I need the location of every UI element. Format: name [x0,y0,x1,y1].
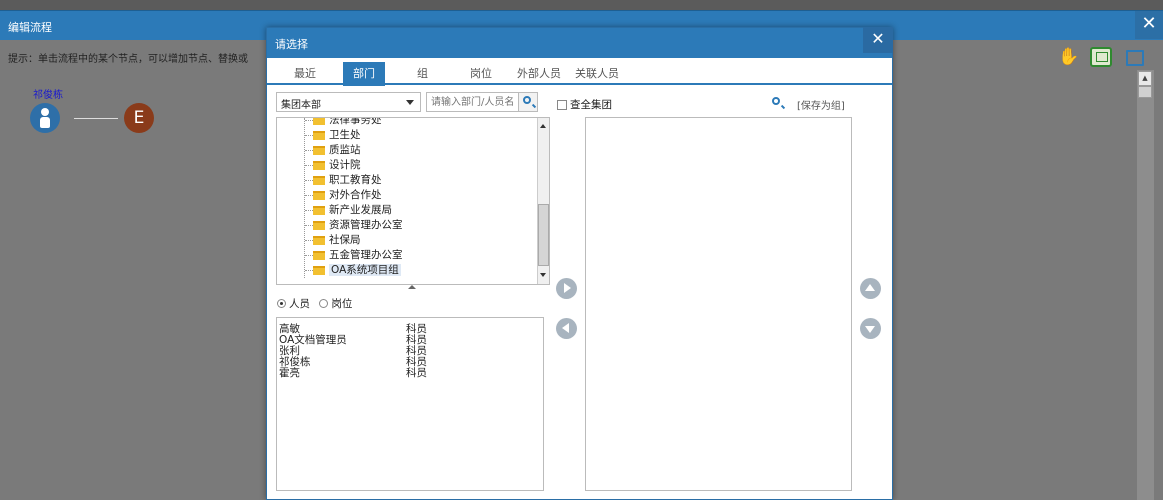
tree-item[interactable]: 对外合作处 [305,188,382,203]
search-input[interactable] [426,92,519,112]
search-icon [523,96,531,104]
tree-item[interactable]: 设计院 [305,158,361,173]
tab-recent[interactable]: 最近 [294,65,316,81]
folder-icon [313,235,325,245]
arrow-down-icon [865,326,875,333]
arrow-right-icon [564,283,571,293]
folder-icon [313,160,325,170]
radio-person[interactable] [277,299,286,308]
select-dialog: 请选择 ✕ 最近 部门 组 岗位 外部人员 关联人员 集团本部 法律事务处 卫生… [266,27,893,500]
tab-group[interactable]: 组 [417,65,428,81]
tree-item[interactable]: 质监站 [305,143,361,158]
org-select[interactable]: 集团本部 [276,92,421,112]
folder-icon [313,190,325,200]
check-all-checkbox[interactable] [557,100,567,110]
folder-icon [313,205,325,215]
top-strip [0,0,1163,10]
close-icon[interactable]: ✕ [863,27,893,53]
org-select-value: 集团本部 [281,100,321,111]
end-node-icon[interactable]: E [124,103,154,133]
search-icon[interactable] [772,97,780,105]
tab-position[interactable]: 岗位 [470,65,492,81]
scroll-thumb[interactable] [1138,86,1152,98]
folder-icon [313,250,325,260]
type-radio-group: 人员 岗位 [277,296,358,310]
flow-node-label: 祁俊栋 [33,90,63,101]
person-node-icon[interactable] [30,103,60,133]
flow-hint-text: 提示：单击流程中的某个节点，可以增加节点、替换或 [8,54,248,65]
active-tab-pointer [352,79,362,84]
scroll-down-icon[interactable] [540,273,546,277]
folder-icon [313,220,325,230]
tree-item[interactable]: 职工教育处 [305,173,382,188]
scroll-thumb[interactable] [538,204,549,266]
selected-list[interactable] [585,117,852,491]
hand-tool-icon[interactable]: ✋ [1058,47,1079,67]
tree-item[interactable]: 资源管理办公室 [305,218,403,233]
tree-item[interactable]: 新产业发展局 [305,203,392,218]
tree-item[interactable]: 社保局 [305,233,361,248]
tree-scrollbar[interactable] [537,118,549,284]
dialog-title: 请选择 [275,38,308,51]
search-button[interactable] [518,92,538,112]
folder-icon [313,175,325,185]
folder-icon [313,130,325,140]
collapse-up-icon[interactable] [408,285,416,289]
flow-connector [74,118,118,119]
move-down-button[interactable] [860,318,881,339]
arrow-up-icon [865,284,875,291]
arrow-left-icon [562,323,569,333]
save-as-group-link[interactable]: [保存为组] [797,97,845,112]
move-up-button[interactable] [860,278,881,299]
tab-external[interactable]: 外部人员 [517,65,561,81]
scroll-up-icon[interactable] [540,124,546,128]
folder-icon [313,118,325,125]
flow-editor-title: 编辑流程 [8,21,52,34]
tab-related[interactable]: 关联人员 [575,65,619,81]
department-tree[interactable]: 法律事务处 卫生处 质监站 设计院 职工教育处 对外合作处 新产业发展局 资源管… [276,117,550,285]
fit-screen-icon[interactable] [1124,47,1144,67]
editor-scrollbar[interactable]: ▲ [1137,70,1154,500]
radio-position[interactable] [319,299,329,308]
tree-item[interactable]: 五金管理办公室 [305,248,403,263]
check-all-group[interactable]: 查全集团 [557,97,612,112]
tree-item[interactable]: 卫生处 [305,128,361,143]
select-tool-icon[interactable] [1090,47,1112,67]
tree-item-selected[interactable]: OA系统项目组 [305,263,401,278]
tab-department[interactable]: 部门 [343,62,385,86]
chevron-down-icon [406,100,414,105]
folder-icon [313,145,325,155]
dialog-titlebar: 请选择 ✕ [267,27,893,58]
remove-left-button[interactable] [556,318,577,339]
close-icon[interactable]: ✕ [1135,11,1163,39]
person-list[interactable]: 高敏 科员 OA文档管理员 科员 张利 科员 祁俊栋 科员 霍亮 科员 [276,317,544,491]
scroll-up-icon[interactable]: ▲ [1138,71,1152,86]
tab-bar: 最近 部门 组 岗位 外部人员 关联人员 [267,59,892,86]
add-right-button[interactable] [556,278,577,299]
folder-icon [313,265,325,275]
tree-item[interactable]: 法律事务处 [305,118,382,128]
